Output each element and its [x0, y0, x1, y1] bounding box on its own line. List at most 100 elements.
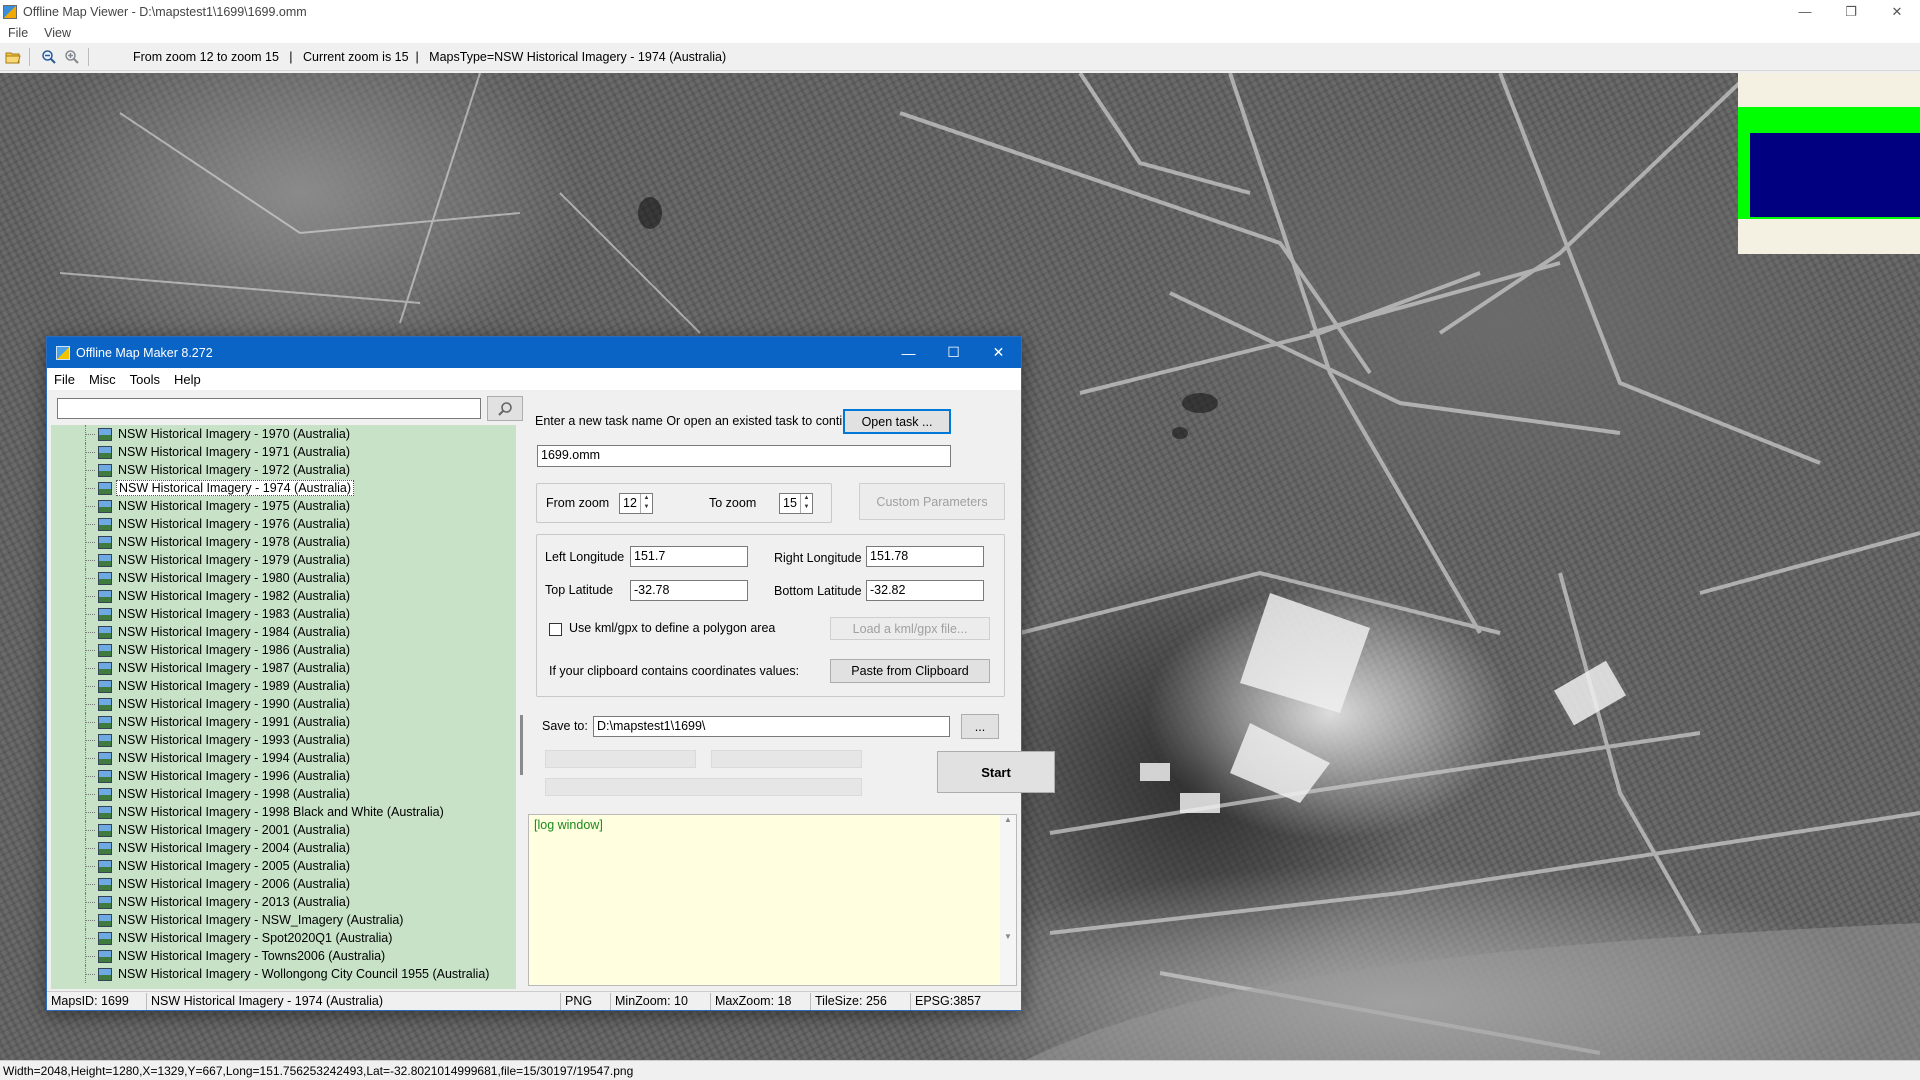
tree-connector [51, 965, 98, 983]
to-zoom-arrows[interactable]: ▲ ▼ [800, 494, 812, 513]
main-window-controls: — ❐ ✕ [1782, 0, 1920, 23]
open-folder-icon[interactable] [3, 47, 23, 67]
map-type-icon [98, 931, 112, 945]
tree-item[interactable]: NSW Historical Imagery - 1972 (Australia… [51, 461, 352, 479]
map-type-tree[interactable]: NSW Historical Imagery - 1970 (Australia… [51, 425, 516, 989]
tree-item[interactable]: NSW Historical Imagery - 1976 (Australia… [51, 515, 352, 533]
zoom-in-icon[interactable] [62, 47, 82, 67]
tree-item[interactable]: NSW Historical Imagery - Wollongong City… [51, 965, 491, 983]
dialog-menu-misc[interactable]: Misc [82, 372, 123, 387]
tree-connector [51, 893, 98, 911]
minimize-button[interactable]: — [1782, 0, 1828, 23]
tree-item[interactable]: NSW Historical Imagery - 2013 (Australia… [51, 893, 352, 911]
magnifier-icon[interactable] [487, 396, 523, 421]
tree-item[interactable]: NSW Historical Imagery - 1974 (Australia… [51, 479, 355, 497]
tree-item[interactable]: NSW Historical Imagery - 1991 (Australia… [51, 713, 352, 731]
map-type-icon [98, 877, 112, 891]
tree-item-label: NSW Historical Imagery - 1970 (Australia… [118, 427, 351, 441]
paste-from-clipboard-button[interactable]: Paste from Clipboard [830, 659, 990, 683]
tree-item[interactable]: NSW Historical Imagery - 2004 (Australia… [51, 839, 352, 857]
dialog-menubar: File Misc Tools Help [47, 368, 1021, 390]
main-toolbar: From zoom 12 to zoom 15 | Current zoom i… [0, 44, 1920, 71]
tree-item[interactable]: NSW Historical Imagery - 1989 (Australia… [51, 677, 352, 695]
top-latitude-field[interactable]: -32.78 [630, 580, 748, 601]
map-type-icon [98, 787, 112, 801]
tree-item[interactable]: NSW Historical Imagery - 1982 (Australia… [51, 587, 352, 605]
save-path-field[interactable]: D:\mapstest1\1699\ [593, 716, 950, 737]
tree-scrollbar-thumb[interactable] [520, 715, 523, 775]
map-type-icon [98, 553, 112, 567]
tree-item[interactable]: NSW Historical Imagery - 1987 (Australia… [51, 659, 352, 677]
tree-item[interactable]: NSW Historical Imagery - 1970 (Australia… [51, 425, 352, 443]
from-zoom-label: From zoom [546, 496, 610, 510]
close-button[interactable]: ✕ [1874, 0, 1920, 23]
left-longitude-field[interactable]: 151.7 [630, 546, 748, 567]
bottom-latitude-field[interactable]: -32.82 [866, 580, 984, 601]
from-zoom-stepper[interactable]: 12 ▲ ▼ [619, 493, 653, 514]
dialog-menu-file[interactable]: File [47, 372, 82, 387]
tree-item[interactable]: NSW Historical Imagery - Spot2020Q1 (Aus… [51, 929, 394, 947]
menu-view[interactable]: View [36, 26, 79, 40]
tree-item[interactable]: NSW Historical Imagery - 1979 (Australia… [51, 551, 352, 569]
map-type-icon [98, 967, 112, 981]
tree-item[interactable]: NSW Historical Imagery - 1996 (Australia… [51, 767, 352, 785]
tree-item[interactable]: NSW Historical Imagery - 1975 (Australia… [51, 497, 352, 515]
tree-item[interactable]: NSW Historical Imagery - 2005 (Australia… [51, 857, 352, 875]
tree-item[interactable]: NSW Historical Imagery - 1998 (Australia… [51, 785, 352, 803]
tree-item[interactable]: NSW Historical Imagery - 1983 (Australia… [51, 605, 352, 623]
tree-item[interactable]: NSW Historical Imagery - 1978 (Australia… [51, 533, 352, 551]
dialog-minimize-button[interactable]: — [886, 337, 931, 368]
task-name-field[interactable]: 1699.omm [537, 445, 951, 467]
log-window[interactable]: [log window] ▲ ▼ [528, 814, 1017, 986]
open-task-button[interactable]: Open task ... [843, 409, 951, 434]
tree-item[interactable]: NSW Historical Imagery - Towns2006 (Aust… [51, 947, 387, 965]
start-button[interactable]: Start [937, 751, 1055, 793]
from-zoom-arrows[interactable]: ▲ ▼ [640, 494, 652, 513]
use-kml-checkbox[interactable] [549, 623, 562, 636]
to-zoom-stepper[interactable]: 15 ▲ ▼ [779, 493, 813, 514]
tree-item-label: NSW Historical Imagery - 1998 (Australia… [118, 787, 351, 801]
tree-item[interactable]: NSW Historical Imagery - 1993 (Australia… [51, 731, 352, 749]
tree-scrollbar[interactable] [519, 425, 525, 989]
tree-item[interactable]: NSW Historical Imagery - 1986 (Australia… [51, 641, 352, 659]
custom-parameters-button[interactable]: Custom Parameters [859, 483, 1005, 520]
load-kml-button[interactable]: Load a kml/gpx file... [830, 617, 990, 640]
tree-item[interactable]: NSW Historical Imagery - 2006 (Australia… [51, 875, 352, 893]
menu-file[interactable]: File [0, 26, 36, 40]
tree-item[interactable]: NSW Historical Imagery - 2001 (Australia… [51, 821, 352, 839]
tree-item-label: NSW Historical Imagery - 2004 (Australia… [118, 841, 351, 855]
map-type-icon [98, 715, 112, 729]
tree-item[interactable]: NSW Historical Imagery - 1990 (Australia… [51, 695, 352, 713]
tree-item[interactable]: NSW Historical Imagery - 1971 (Australia… [51, 443, 352, 461]
dialog-close-button[interactable]: ✕ [976, 337, 1021, 368]
restore-button[interactable]: ❐ [1828, 0, 1874, 23]
overview-viewport[interactable] [1750, 133, 1920, 217]
tree-item[interactable]: NSW Historical Imagery - 1998 Black and … [51, 803, 446, 821]
log-scrollbar[interactable]: ▲ ▼ [1000, 815, 1016, 985]
dialog-titlebar[interactable]: Offline Map Maker 8.272 — ☐ ✕ [47, 337, 1021, 368]
tree-connector [51, 875, 98, 893]
tree-item-label: NSW Historical Imagery - 1976 (Australia… [118, 517, 351, 531]
dialog-maximize-button[interactable]: ☐ [931, 337, 976, 368]
top-latitude-label: Top Latitude [545, 583, 614, 597]
tree-item[interactable]: NSW Historical Imagery - 1980 (Australia… [51, 569, 352, 587]
tree-item[interactable]: NSW Historical Imagery - 1994 (Australia… [51, 749, 352, 767]
tree-connector [51, 731, 98, 749]
toolbar-separator [88, 48, 89, 66]
tree-item[interactable]: NSW Historical Imagery - 1984 (Australia… [51, 623, 352, 641]
map-search-input[interactable] [57, 398, 481, 419]
dialog-menu-tools[interactable]: Tools [123, 372, 167, 387]
browse-button[interactable]: ... [961, 714, 999, 739]
zoom-out-icon[interactable] [39, 47, 59, 67]
dialog-menu-help[interactable]: Help [167, 372, 208, 387]
map-type-icon [98, 481, 112, 495]
right-longitude-field[interactable]: 151.78 [866, 546, 984, 567]
tree-item-label: NSW Historical Imagery - Towns2006 (Aust… [118, 949, 386, 963]
tree-item-label: NSW Historical Imagery - 2005 (Australia… [118, 859, 351, 873]
left-longitude-label: Left Longitude [545, 550, 625, 564]
tree-connector [51, 677, 98, 695]
tree-connector [51, 551, 98, 569]
tree-item[interactable]: NSW Historical Imagery - NSW_Imagery (Au… [51, 911, 405, 929]
overview-map[interactable] [1738, 73, 1920, 254]
map-type-icon [98, 805, 112, 819]
